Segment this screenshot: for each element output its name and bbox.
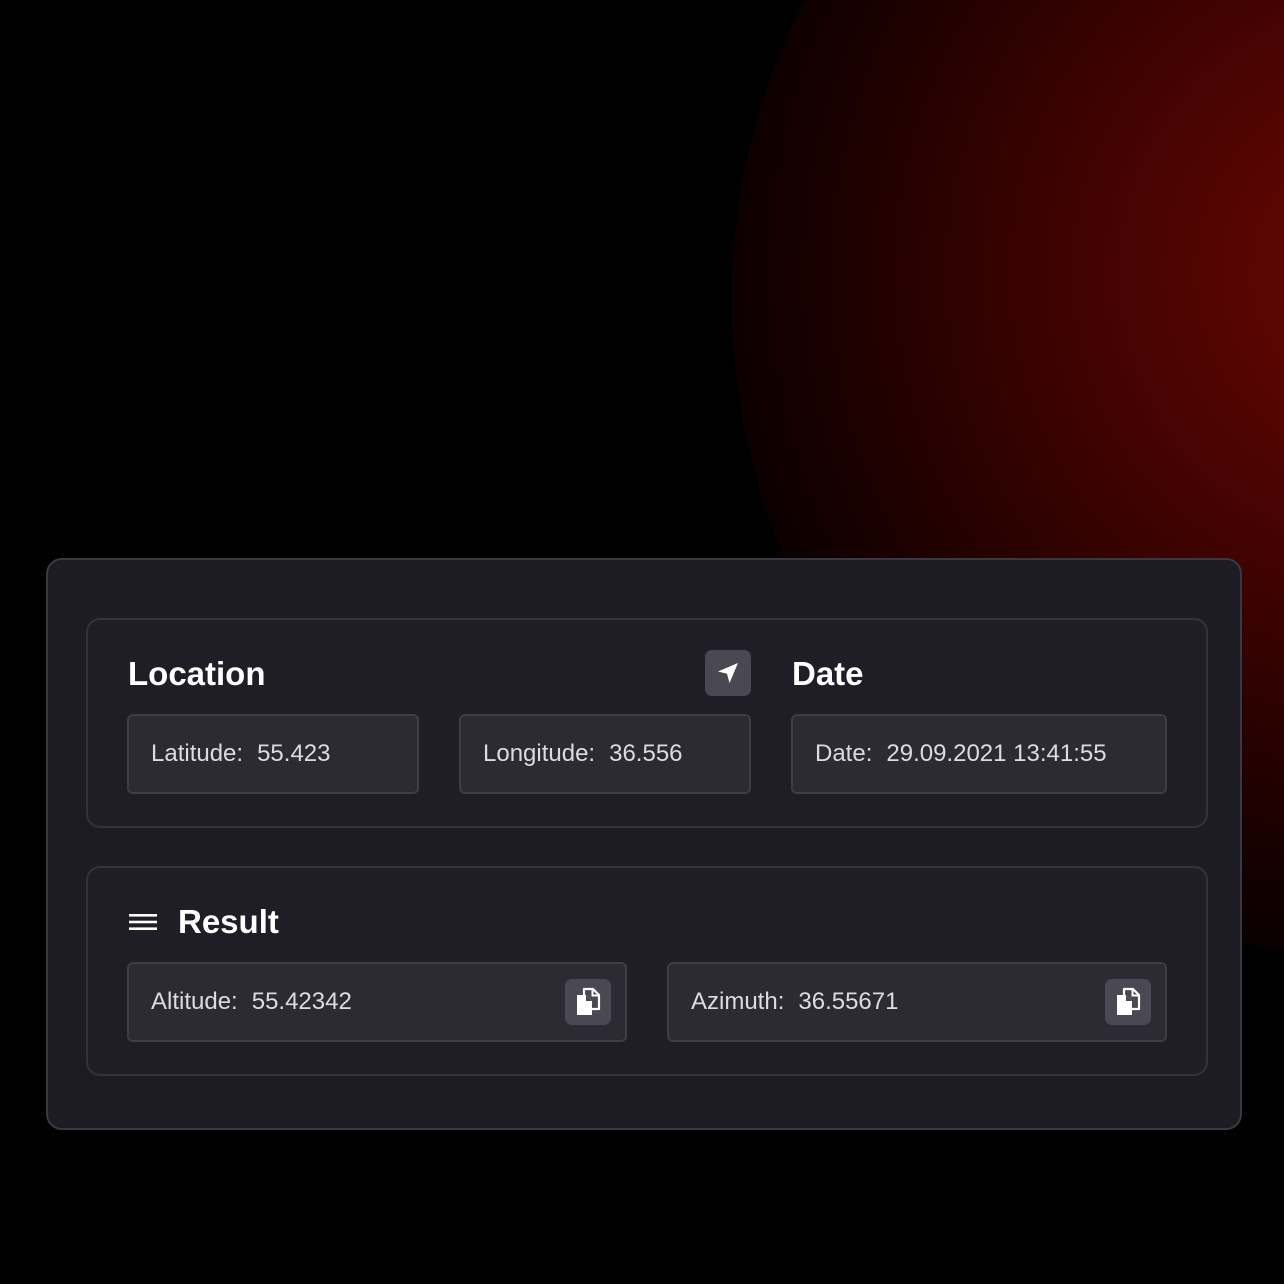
calculator-panel: Location Date Latitude: 55.423 Longitude… [46,558,1242,1130]
result-card: Result Altitude: 55.42342 Azimuth: 36.55… [86,866,1208,1076]
date-heading: Date [792,655,864,692]
altitude-value: 55.42342 [251,988,352,1015]
azimuth-value: 36.55671 [798,988,899,1015]
location-date-card: Location Date Latitude: 55.423 Longitude… [86,618,1208,828]
longitude-label: Longitude: [483,740,596,767]
date-label: Date: [815,740,873,767]
location-heading: Location [128,655,266,692]
longitude-value: 36.556 [609,740,683,767]
location-arrow-icon [718,663,738,683]
locate-me-button[interactable] [705,650,751,696]
copy-icon [1117,987,1141,1015]
menu-icon [129,914,157,930]
altitude-label: Altitude: [151,988,238,1015]
date-field[interactable]: Date: 29.09.2021 13:41:55 [791,714,1167,794]
azimuth-field: Azimuth: 36.55671 [667,962,1167,1042]
app-screen: Location Date Latitude: 55.423 Longitude… [0,0,1284,1284]
copy-altitude-button[interactable] [565,979,611,1025]
result-heading: Result [178,903,279,940]
copy-azimuth-button[interactable] [1105,979,1151,1025]
longitude-field[interactable]: Longitude: 36.556 [459,714,751,794]
date-value: 29.09.2021 13:41:55 [886,740,1107,767]
copy-icon [577,987,601,1015]
altitude-field: Altitude: 55.42342 [127,962,627,1042]
latitude-field[interactable]: Latitude: 55.423 [127,714,419,794]
latitude-label: Latitude: [151,740,244,767]
latitude-value: 55.423 [257,740,331,767]
azimuth-label: Azimuth: [691,988,785,1015]
